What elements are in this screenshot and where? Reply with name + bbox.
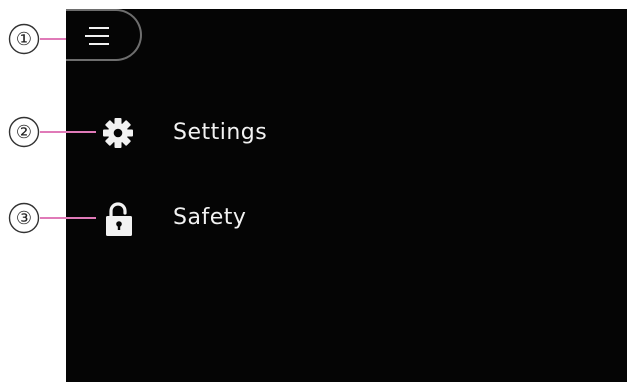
menu-item-settings[interactable]: Settings [100, 111, 340, 155]
callout-2-number: ② [16, 122, 32, 143]
settings-label: Settings [173, 120, 268, 145]
callout-1: ① [8, 23, 40, 55]
callout-2: ② [8, 116, 40, 148]
figure: ① ② ③ Settings Safety [0, 0, 629, 382]
hamburger-icon [85, 27, 109, 45]
gear-icon [100, 115, 136, 151]
menu-button[interactable] [66, 9, 142, 61]
callout-1-number: ① [16, 29, 32, 50]
leader-line-3 [40, 217, 96, 219]
leader-line-2 [40, 131, 96, 133]
padlock-icon [100, 200, 136, 236]
callout-3-number: ③ [16, 208, 32, 229]
menu-item-safety[interactable]: Safety [100, 196, 340, 240]
safety-label: Safety [173, 205, 247, 230]
callout-3: ③ [8, 202, 40, 234]
